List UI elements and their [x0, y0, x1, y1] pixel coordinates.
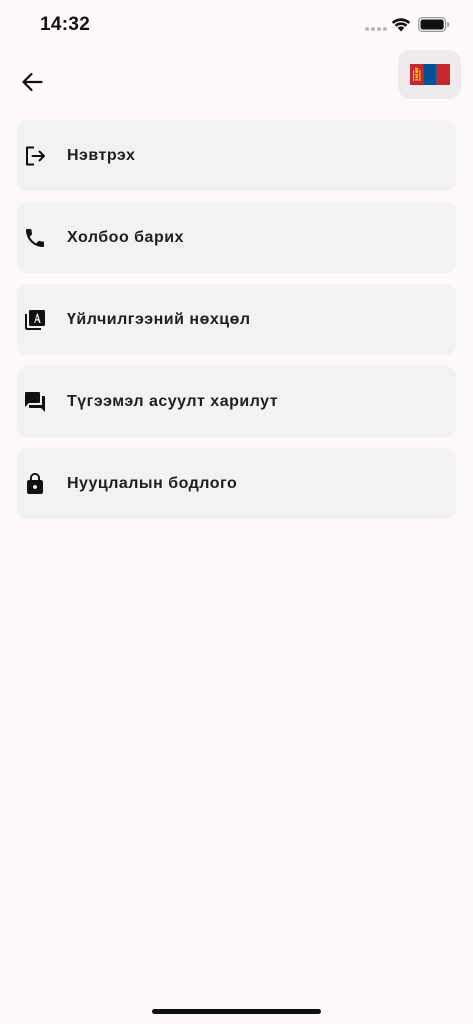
status-bar: 14:32 — [0, 0, 473, 50]
menu-item-label: Түгээмэл асуулт харилут — [67, 392, 279, 410]
faq-chat-icon — [22, 389, 48, 415]
menu-item-privacy[interactable]: Нууцлалын бодлого — [17, 448, 456, 519]
menu-item-label: Нэвтрэх — [67, 146, 136, 164]
arrow-left-icon — [22, 72, 43, 92]
menu-item-terms[interactable]: Үйлчилгээний нөхцөл — [17, 284, 456, 355]
login-icon — [22, 143, 48, 169]
battery-icon — [418, 17, 450, 32]
terms-icon — [22, 307, 48, 333]
menu-item-login[interactable]: Нэвтрэх — [17, 120, 456, 191]
phone-icon — [22, 225, 48, 251]
settings-menu: Нэвтрэх Холбоо барих Үйлчилгээний нөхцөл… — [17, 120, 456, 530]
menu-item-label: Үйлчилгээний нөхцөл — [67, 310, 251, 328]
menu-item-label: Холбоо барих — [67, 228, 184, 246]
status-time: 14:32 — [40, 14, 91, 35]
mongolia-flag-icon — [409, 64, 450, 85]
menu-item-contact[interactable]: Холбоо барих — [17, 202, 456, 273]
menu-item-faq[interactable]: Түгээмэл асуулт харилут — [17, 366, 456, 437]
language-button[interactable] — [398, 50, 461, 99]
cellular-signal-icon — [365, 27, 387, 31]
lock-icon — [22, 471, 48, 497]
wifi-icon — [391, 18, 411, 32]
home-indicator[interactable] — [152, 1009, 321, 1014]
back-button[interactable] — [14, 64, 50, 100]
menu-item-label: Нууцлалын бодлого — [67, 474, 238, 492]
